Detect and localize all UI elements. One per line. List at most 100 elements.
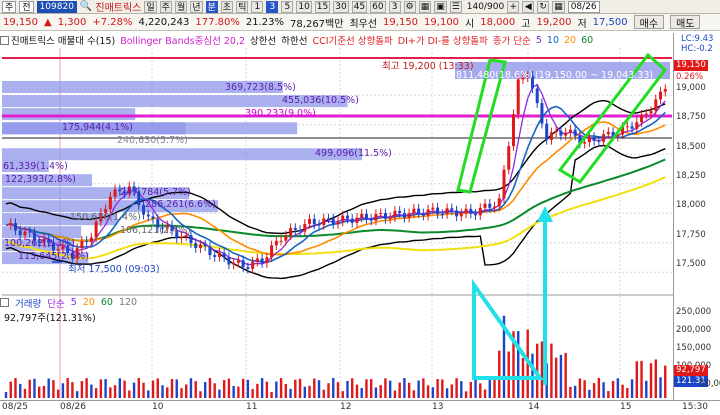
volume-bar bbox=[441, 379, 444, 398]
profile-label: 175,944(4.1%) bbox=[62, 122, 133, 133]
volume-bar bbox=[346, 380, 349, 398]
candle bbox=[308, 218, 312, 224]
candle bbox=[635, 122, 639, 129]
xtick-4: 12 bbox=[340, 402, 352, 412]
volume-bar bbox=[388, 380, 392, 398]
volume-bar bbox=[384, 378, 387, 398]
vol-ma20[interactable]: 20 bbox=[83, 297, 95, 308]
volume-bar bbox=[71, 382, 74, 398]
volume-bar bbox=[19, 383, 22, 398]
candle bbox=[545, 123, 549, 140]
volume-bar bbox=[246, 379, 250, 398]
candle bbox=[559, 130, 563, 136]
candle bbox=[179, 236, 183, 239]
vol-ma60[interactable]: 60 bbox=[101, 297, 113, 308]
candle bbox=[108, 196, 112, 210]
xtick-6: 14 bbox=[528, 402, 540, 412]
volume-bar bbox=[422, 378, 425, 398]
volume-legend-title[interactable]: 거래량 bbox=[15, 296, 41, 310]
profile-label: 455,036(10.5%) bbox=[282, 95, 359, 106]
volume-bar bbox=[507, 351, 510, 398]
volume-legend: 거래량 단순 5 20 60 120 bbox=[0, 296, 137, 310]
candle bbox=[602, 134, 606, 142]
legend-upper-band[interactable]: 상한선 bbox=[250, 33, 276, 47]
volume-bar bbox=[426, 385, 430, 398]
legend-title[interactable]: 진매트릭스 매물대 수(15) bbox=[0, 33, 115, 47]
volume-bar bbox=[588, 389, 591, 398]
legend-ma60[interactable]: 60 bbox=[581, 35, 593, 46]
candle bbox=[573, 129, 577, 136]
candle bbox=[18, 230, 22, 236]
volume-bar bbox=[194, 381, 197, 398]
candle bbox=[654, 99, 658, 111]
volume-bar bbox=[241, 378, 245, 398]
legend-bollinger[interactable]: Bollinger Bands중심선 20,2 bbox=[120, 33, 245, 47]
xtick-0: 08/25 bbox=[2, 402, 28, 412]
volume-bar bbox=[204, 382, 207, 398]
volume-bar bbox=[137, 378, 140, 398]
volume-bar bbox=[265, 381, 269, 398]
candle bbox=[312, 218, 316, 225]
volume-profile-bar bbox=[2, 122, 298, 135]
candle bbox=[265, 257, 269, 264]
candle bbox=[507, 146, 511, 170]
candle bbox=[369, 218, 373, 221]
candle bbox=[398, 210, 402, 214]
volume-bar bbox=[275, 381, 278, 398]
candle bbox=[564, 132, 568, 136]
volume-bar bbox=[260, 378, 264, 398]
candle bbox=[445, 208, 449, 215]
volume-bar bbox=[284, 383, 288, 398]
volume-bar bbox=[602, 382, 605, 398]
volume-bar bbox=[559, 354, 563, 398]
volume-bar bbox=[218, 389, 221, 398]
ma60-line bbox=[5, 158, 666, 242]
candle bbox=[203, 244, 207, 247]
volume-bar bbox=[303, 386, 306, 398]
volume-bar bbox=[592, 383, 596, 398]
volume-bar bbox=[341, 391, 344, 398]
volume-bar bbox=[640, 360, 643, 398]
chart-canvas[interactable] bbox=[0, 0, 720, 415]
volume-bar bbox=[104, 379, 107, 398]
volume-bar bbox=[189, 378, 193, 398]
legend-cci[interactable]: CCI기준선 상향돌파 bbox=[312, 33, 392, 47]
candle bbox=[213, 255, 217, 257]
legend-lower-band[interactable]: 하한선 bbox=[281, 33, 307, 47]
legend-ma[interactable]: 종가 단순 bbox=[493, 33, 531, 47]
volume-ma-label[interactable]: 단순 bbox=[47, 296, 64, 310]
volume-bar bbox=[455, 378, 458, 398]
volume-bar bbox=[583, 380, 586, 398]
volume-bar bbox=[554, 357, 558, 398]
candle bbox=[270, 245, 274, 258]
volume-bar bbox=[578, 378, 582, 398]
candle bbox=[345, 215, 349, 219]
vol-ma120[interactable]: 120 bbox=[119, 297, 137, 308]
legend-ma10[interactable]: 10 bbox=[547, 35, 559, 46]
volume-bar bbox=[185, 384, 188, 398]
volume-bar bbox=[464, 391, 468, 398]
volume-bar bbox=[222, 380, 226, 398]
xtick-1: 08/26 bbox=[60, 402, 86, 412]
volume-bar bbox=[294, 379, 297, 398]
volume-bar bbox=[569, 386, 572, 398]
ytick-6: 17,500 bbox=[676, 259, 706, 269]
volume-bar bbox=[38, 386, 41, 398]
legend-di[interactable]: DI+가 DI-를 상향돌파 bbox=[398, 33, 488, 47]
candle bbox=[28, 231, 32, 233]
volume-bar bbox=[322, 389, 325, 398]
volume-bar bbox=[649, 363, 653, 398]
volume-bar bbox=[493, 378, 496, 398]
candle bbox=[625, 126, 629, 128]
vtick-4: 50,000 bbox=[700, 379, 720, 389]
volume-bar bbox=[327, 383, 330, 398]
checkbox-icon[interactable] bbox=[0, 36, 9, 45]
checkbox-icon[interactable] bbox=[0, 298, 9, 307]
vol-ma5[interactable]: 5 bbox=[71, 297, 77, 308]
candle bbox=[597, 140, 601, 142]
candle bbox=[80, 240, 84, 249]
legend-ma5[interactable]: 5 bbox=[536, 35, 542, 46]
volume-bar bbox=[564, 352, 567, 398]
volume-bar bbox=[626, 387, 629, 398]
legend-ma20[interactable]: 20 bbox=[564, 35, 576, 46]
